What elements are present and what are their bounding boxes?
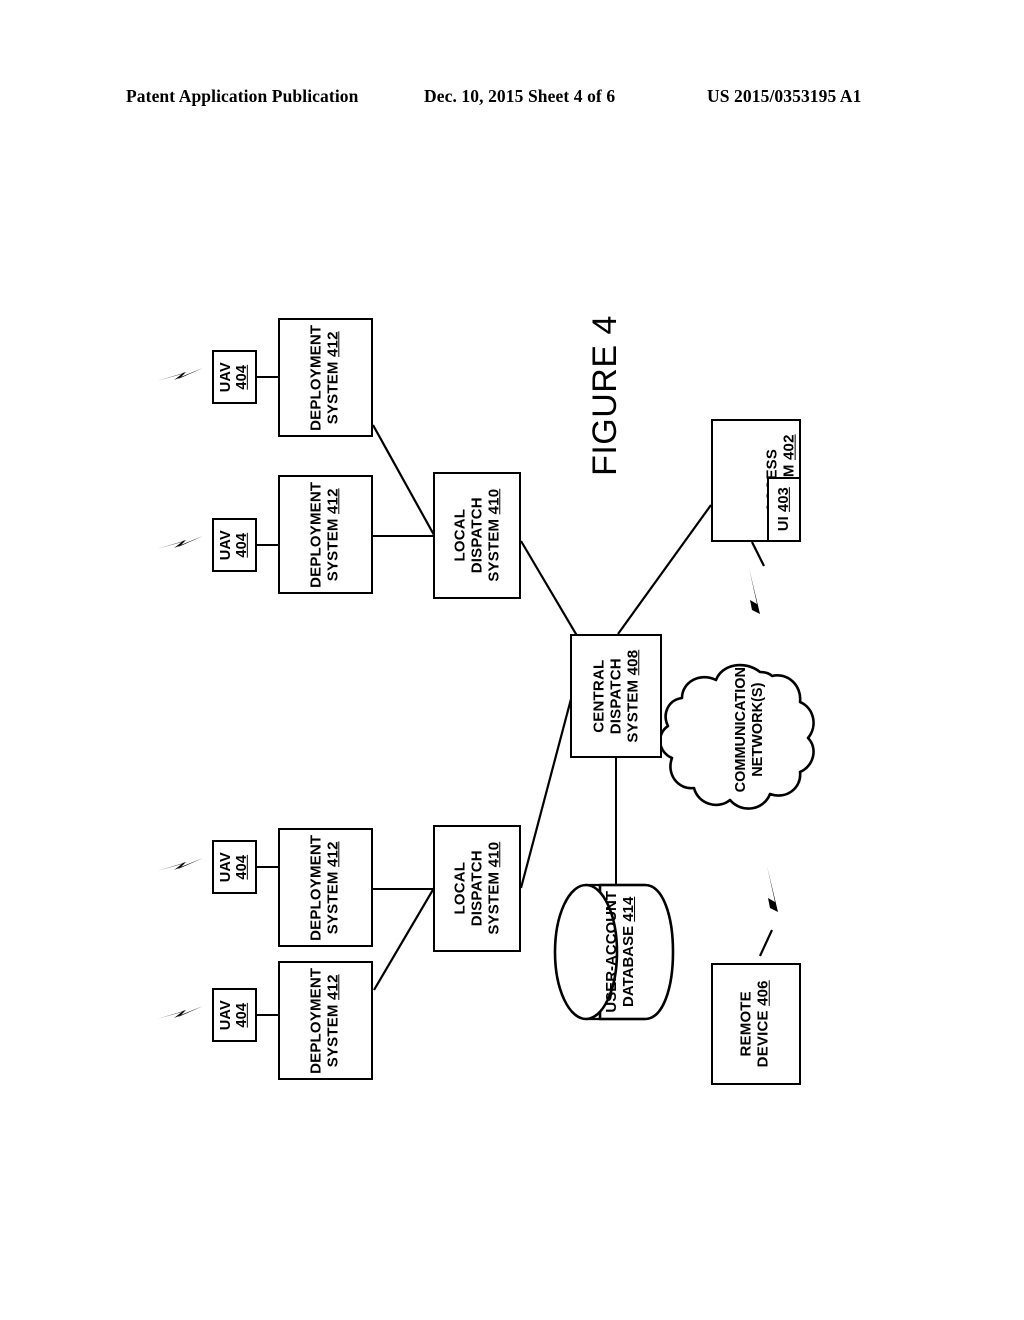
connector-access-network	[751, 541, 765, 567]
header-date-sheet: Dec. 10, 2015 Sheet 4 of 6	[424, 86, 616, 106]
node-remote-device-label: REMOTE DEVICE 406	[738, 980, 773, 1068]
node-deployment-system-4-label: DEPLOYMENT SYSTEM 412	[307, 967, 342, 1074]
node-uav-2-label: UAV 404	[218, 529, 251, 561]
node-communication-networks-label: COMMUNICATION NETWORK(S)	[733, 667, 767, 793]
connector-central-database	[615, 757, 618, 885]
node-user-account-database-label: USER-ACCOUNT DATABASE 414	[603, 891, 638, 1013]
diagram-vector-overlay	[157, 368, 815, 1021]
connector-deployment3-local2	[373, 888, 433, 891]
node-deployment-system-3[interactable]: DEPLOYMENT SYSTEM 412	[278, 828, 373, 947]
node-communication-networks: COMMUNICATION NETWORK(S)	[690, 667, 810, 793]
node-remote-device[interactable]: REMOTE DEVICE 406	[711, 963, 801, 1085]
node-central-dispatch-system-label: CENTRAL DISPATCH SYSTEM 408	[589, 649, 641, 743]
node-deployment-system-1-label: DEPLOYMENT SYSTEM 412	[307, 324, 342, 431]
publication-header: Patent Application Publication Dec. 10, …	[0, 86, 1024, 116]
node-local-dispatch-system-2[interactable]: LOCAL DISPATCH SYSTEM 410	[433, 825, 521, 952]
wireless-bolt-uav2	[157, 536, 203, 549]
node-user-interface-label: UI 403	[775, 487, 792, 532]
node-deployment-system-4[interactable]: DEPLOYMENT SYSTEM 412	[278, 961, 373, 1080]
connector-uav1-deployment1	[256, 376, 280, 379]
node-central-dispatch-system[interactable]: CENTRAL DISPATCH SYSTEM 408	[570, 634, 662, 758]
connector-uav4-deployment4	[256, 1014, 280, 1017]
node-uav-1-label: UAV 404	[218, 361, 251, 393]
connector-uav3-deployment3	[256, 866, 280, 869]
wireless-bolt-uav1	[157, 368, 203, 381]
connector-deployment4-local2	[373, 887, 435, 991]
header-publication-type: Patent Application Publication	[126, 86, 359, 106]
network-bolt-upper	[749, 568, 760, 645]
connector-deployment1-local1	[372, 424, 435, 536]
node-deployment-system-3-label: DEPLOYMENT SYSTEM 412	[307, 834, 342, 941]
figure-caption: FIGURE 4	[545, 300, 665, 490]
node-uav-2[interactable]: UAV 404	[212, 518, 257, 572]
node-deployment-system-2[interactable]: DEPLOYMENT SYSTEM 412	[278, 475, 373, 594]
wireless-bolt-uav4	[157, 1006, 203, 1019]
connector-uav2-deployment2	[256, 544, 280, 547]
node-uav-3[interactable]: UAV 404	[212, 840, 257, 894]
node-local-dispatch-system-1-label: LOCAL DISPATCH SYSTEM 410	[450, 489, 502, 582]
connector-deployment2-local1	[373, 535, 433, 538]
wireless-bolt-uav3	[157, 858, 203, 871]
node-uav-4-label: UAV 404	[218, 999, 251, 1031]
header-publication-number: US 2015/0353195 A1	[707, 86, 862, 106]
figure-caption-text: FIGURE 4	[585, 314, 624, 476]
node-deployment-system-2-label: DEPLOYMENT SYSTEM 412	[307, 481, 342, 588]
node-uav-1[interactable]: UAV 404	[212, 350, 257, 404]
node-user-account-database: USER-ACCOUNT DATABASE 414	[578, 890, 664, 1014]
connector-central-access	[617, 504, 712, 635]
patent-figure-page: Patent Application Publication Dec. 10, …	[0, 0, 1024, 1320]
network-bolt-lower	[767, 866, 778, 943]
node-local-dispatch-system-1[interactable]: LOCAL DISPATCH SYSTEM 410	[433, 472, 521, 599]
connector-local2-central	[519, 698, 573, 889]
node-user-interface[interactable]: UI 403	[767, 477, 801, 542]
connector-network-remote	[759, 929, 773, 957]
node-local-dispatch-system-2-label: LOCAL DISPATCH SYSTEM 410	[450, 842, 502, 935]
node-uav-3-label: UAV 404	[218, 851, 251, 883]
node-uav-4[interactable]: UAV 404	[212, 988, 257, 1042]
node-deployment-system-1[interactable]: DEPLOYMENT SYSTEM 412	[278, 318, 373, 437]
